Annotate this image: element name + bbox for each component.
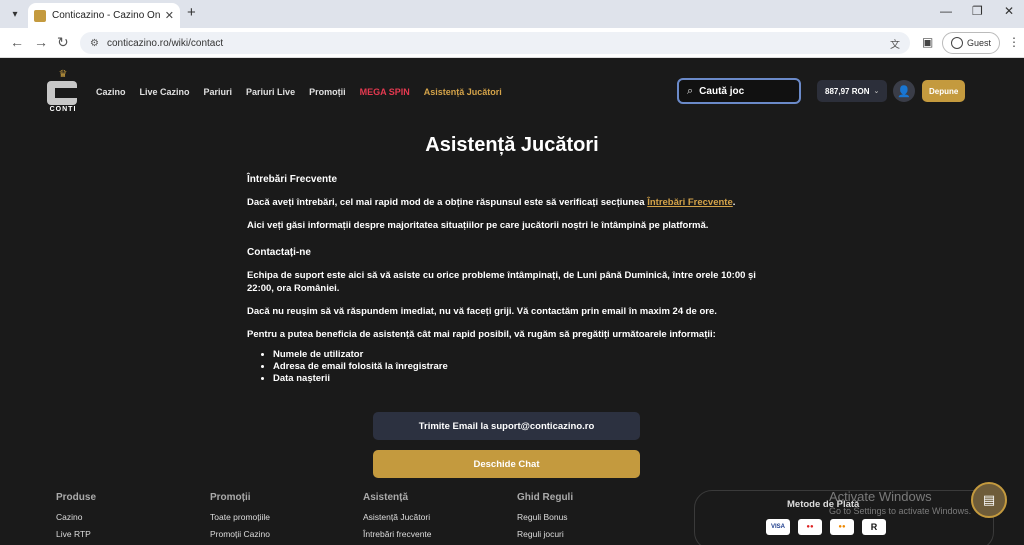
windows-activation-watermark: Activate Windows Go to Settings to activ… [829, 489, 971, 516]
faq-heading: Întrebări Frecvente [247, 174, 338, 185]
search-icon: ⌕ [687, 84, 694, 97]
logo-text: CONTI [49, 106, 77, 113]
menu-icon[interactable]: ⋮ [1008, 35, 1020, 49]
info-list: Numele de utilizator Adresa de email fol… [273, 349, 767, 385]
back-icon[interactable]: ← [10, 34, 24, 50]
contact-hours-paragraph: Echipa de suport este aici să vă asiste … [247, 270, 756, 294]
tab-title: Conticazino - Cazino Online Ro [52, 10, 161, 21]
forward-icon[interactable]: → [34, 34, 48, 50]
crown-icon: ♛ [58, 69, 68, 80]
new-tab-button[interactable]: + [187, 4, 196, 21]
open-chat-button[interactable]: Deschide Chat [373, 450, 640, 478]
content-body: Întrebări Frecvente Dacă aveți întrebări… [247, 173, 767, 385]
nav-item-live-cazino[interactable]: Live Cazino [140, 87, 190, 97]
footer-link[interactable]: Asistență Jucători [363, 512, 432, 522]
email-support-button[interactable]: Trimite Email la suport@conticazino.ro [373, 412, 640, 440]
nav-item-mega-spin[interactable]: MEGA SPIN [360, 87, 410, 97]
address-bar[interactable]: ⚙ conticazino.ro/wiki/contact 文 [80, 32, 910, 54]
footer-link[interactable]: Cazino [56, 512, 96, 522]
deposit-button[interactable]: Depune [922, 80, 966, 102]
favicon-icon [34, 9, 46, 22]
sidepanel-icon[interactable]: ▣ [922, 35, 933, 49]
site-logo[interactable]: ♛ CONTI [47, 69, 79, 113]
chevron-down-icon: ⌄ [873, 88, 880, 95]
footer-link[interactable]: Promoții Cazino [210, 529, 270, 539]
footer-link[interactable]: Întrebări frecvente [363, 529, 432, 539]
translate-icon[interactable]: 文 [890, 36, 900, 51]
footer-column-asistenta: Asistență Asistență Jucători Întrebări f… [363, 492, 432, 545]
tab-close-icon[interactable]: ✕ [165, 9, 174, 22]
watermark-subtitle: Go to Settings to activate Windows. [829, 506, 972, 516]
chat-bubble-icon[interactable]: ▤ [971, 482, 1007, 518]
site-page: ♛ CONTI Cazino Live Cazino Pariuri Pariu… [0, 58, 1024, 545]
logo-mark [47, 81, 77, 105]
faq-link[interactable]: Întrebări Frecvente [647, 197, 733, 208]
footer-column-promotii: Promoții Toate promoțiile Promoții Cazin… [210, 492, 270, 545]
page-title: Asistență Jucători [425, 134, 599, 156]
footer-link[interactable]: Reguli Bonus [517, 512, 573, 522]
tab-search-chevron-icon[interactable]: ▾ [6, 5, 24, 23]
close-window-button[interactable]: ✕ [1004, 4, 1014, 18]
revolut-icon: R [862, 519, 886, 535]
footer-column-produse: Produse Cazino Live RTP [56, 492, 96, 545]
footer-heading: Produse [56, 492, 97, 503]
watermark-title: Activate Windows [829, 489, 932, 504]
contact-prepare-paragraph: Pentru a putea beneficia de asistență câ… [247, 329, 716, 340]
visa-icon: VISA [766, 519, 790, 535]
footer-heading: Asistență [363, 492, 409, 503]
browser-toolbar: ← → ↻ ⚙ conticazino.ro/wiki/contact 文 ▣ … [0, 28, 1024, 58]
balance-dropdown[interactable]: 887,97 RON ⌄ [817, 80, 888, 102]
url-text[interactable]: conticazino.ro/wiki/contact [107, 38, 890, 49]
site-info-icon[interactable]: ⚙ [90, 38, 99, 49]
footer-heading: Promoții [210, 492, 251, 503]
search-box[interactable]: ⌕ [677, 78, 801, 104]
contact-heading: Contactați-ne [247, 247, 311, 258]
faq-paragraph: Dacă aveți întrebări, cel mai rapid mod … [247, 196, 767, 209]
nav-item-cazino[interactable]: Cazino [96, 87, 126, 97]
contact-email-paragraph: Dacă nu reușim să vă răspundem imediat, … [247, 306, 717, 317]
reload-icon[interactable]: ↻ [57, 34, 69, 51]
list-item: Numele de utilizator [273, 349, 767, 361]
footer-column-ghid-reguli: Ghid Reguli Reguli Bonus Reguli jocuri [517, 492, 573, 545]
faq-text-end: . [732, 197, 736, 208]
maestro-icon: ●● [798, 519, 822, 535]
list-item: Data nașterii [273, 373, 767, 385]
mastercard-icon: ●● [830, 519, 854, 535]
footer-heading: Ghid Reguli [517, 492, 574, 503]
footer-link[interactable]: Live RTP [56, 529, 96, 539]
payment-icons: VISA ●● ●● R [766, 519, 886, 535]
faq-info-paragraph: Aici veți găsi informații despre majorit… [247, 220, 709, 231]
profile-label: Guest [967, 38, 992, 48]
browser-tab[interactable]: Conticazino - Cazino Online Ro ✕ [28, 3, 180, 28]
footer-link[interactable]: Reguli jocuri [517, 529, 573, 539]
search-input[interactable] [699, 85, 790, 97]
user-account-icon[interactable]: 👤 [893, 80, 915, 102]
nav-item-pariuri-live[interactable]: Pariuri Live [246, 87, 295, 97]
nav-item-promotii[interactable]: Promoții [309, 87, 346, 97]
browser-tabstrip: ▾ Conticazino - Cazino Online Ro ✕ + — ❐… [0, 0, 1024, 28]
profile-button[interactable]: Guest [942, 32, 1001, 54]
list-item: Adresa de email folosită la înregistrare [273, 361, 767, 373]
nav-item-asistenta[interactable]: Asistență Jucători [424, 87, 502, 97]
main-nav: Cazino Live Cazino Pariuri Pariuri Live … [96, 87, 502, 97]
footer-link[interactable]: Toate promoțiile [210, 512, 270, 522]
maximize-button[interactable]: ❐ [972, 4, 983, 18]
balance-value: 887,97 RON [825, 86, 870, 96]
nav-item-pariuri[interactable]: Pariuri [204, 87, 233, 97]
avatar-icon [951, 37, 963, 49]
minimize-button[interactable]: — [940, 4, 952, 18]
faq-text: Dacă aveți întrebări, cel mai rapid mod … [247, 197, 648, 208]
